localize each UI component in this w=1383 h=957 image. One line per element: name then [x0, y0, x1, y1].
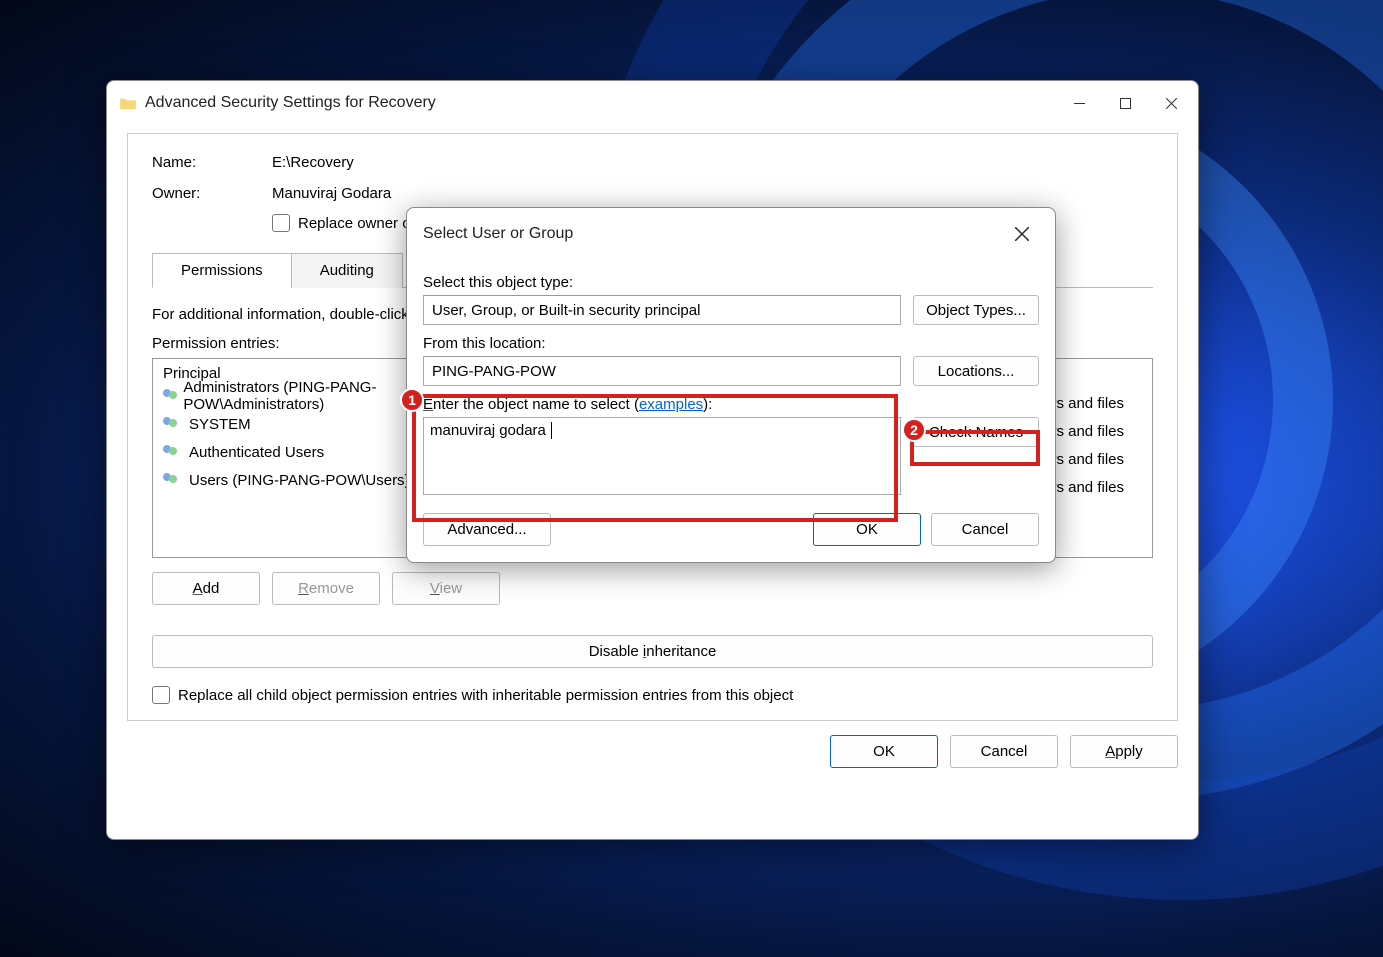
add-button[interactable]: AAdddd — [152, 572, 260, 605]
principal-name: SYSTEM — [189, 416, 251, 433]
window-title: Advanced Security Settings for Recovery — [145, 94, 1056, 112]
minimize-button[interactable] — [1056, 87, 1102, 119]
name-label: Name: — [152, 154, 272, 171]
close-button[interactable] — [1148, 87, 1194, 119]
view-button[interactable]: ViewView — [392, 572, 500, 605]
object-types-button[interactable]: Object Types... — [913, 295, 1039, 325]
from-location-field: PING-PANG-POW — [423, 356, 901, 386]
group-icon — [163, 445, 183, 459]
remove-button[interactable]: RemoveRemove — [272, 572, 380, 605]
checkbox-box — [152, 686, 170, 704]
dialog-cancel-button[interactable]: Cancel — [931, 513, 1039, 546]
advanced-button[interactable]: Advanced... — [423, 513, 551, 546]
dialog-title: Select User or Group — [423, 225, 999, 243]
object-name-input[interactable]: manuviraj godara — [423, 417, 901, 495]
callout-badge-2: 2 — [902, 418, 926, 442]
principal-name: Administrators (PING-PANG-POW\Administra… — [183, 379, 423, 413]
from-location-label: From this location: — [423, 335, 1039, 352]
check-names-button[interactable]: Check Names — [913, 417, 1039, 447]
replace-child-label: Replace all child object permission entr… — [178, 687, 793, 704]
locations-button[interactable]: Locations... — [913, 356, 1039, 386]
object-type-field: User, Group, or Built-in security princi… — [423, 295, 901, 325]
owner-value: Manuviraj Godara — [272, 185, 1153, 202]
owner-label: Owner: — [152, 185, 272, 202]
principal-name: Authenticated Users — [189, 444, 324, 461]
titlebar: Advanced Security Settings for Recovery — [107, 81, 1198, 125]
ok-button[interactable]: OK — [830, 735, 938, 768]
cancel-button[interactable]: Cancel — [950, 735, 1058, 768]
tab-auditing[interactable]: Auditing — [291, 253, 403, 288]
select-user-group-dialog: Select User or Group Select this object … — [406, 207, 1056, 563]
enter-object-name-label: Enter the object name to select (example… — [423, 396, 1039, 413]
name-value: E:\Recovery — [272, 154, 1153, 171]
tab-permissions[interactable]: Permissions — [152, 253, 292, 288]
maximize-button[interactable] — [1102, 87, 1148, 119]
examples-link[interactable]: examples — [639, 396, 703, 413]
folder-icon — [119, 96, 137, 110]
replace-child-checkbox[interactable]: Replace all child object permission entr… — [152, 686, 1153, 704]
dialog-ok-button[interactable]: OK — [813, 513, 921, 546]
apply-button[interactable]: ApplyApply — [1070, 735, 1178, 768]
group-icon — [163, 473, 183, 487]
callout-badge-1: 1 — [400, 388, 424, 412]
dialog-close-button[interactable] — [999, 218, 1045, 250]
group-icon — [163, 417, 183, 431]
principal-name: Users (PING-PANG-POW\Users) — [189, 472, 410, 489]
disable-inheritance-button[interactable]: Disable inheritanceDisable inheritance — [152, 635, 1153, 668]
object-type-label: Select this object type: — [423, 274, 1039, 291]
group-icon — [163, 389, 177, 403]
checkbox-box — [272, 214, 290, 232]
